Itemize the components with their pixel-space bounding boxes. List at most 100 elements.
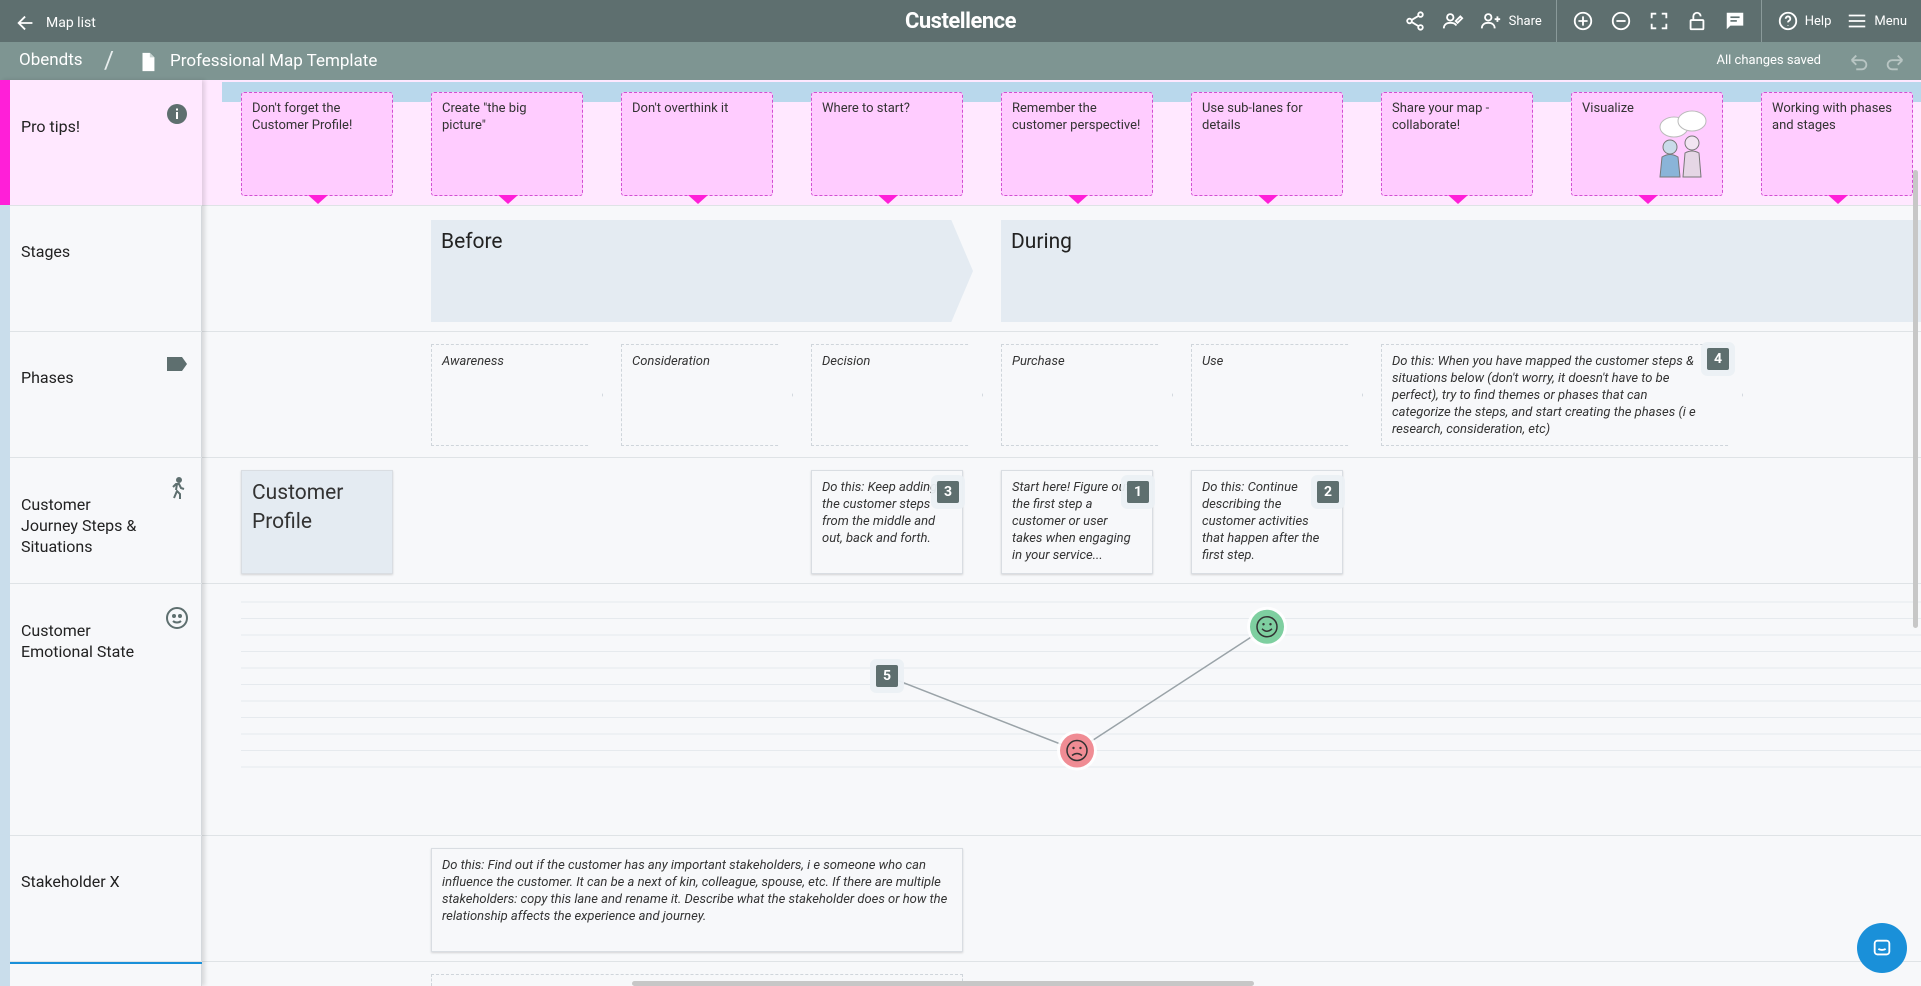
lane-label-text: Customer Journey Steps & Situations [21, 495, 137, 556]
vertical-scrollbar[interactable] [1913, 170, 1918, 628]
phase-card[interactable]: Consideration [621, 344, 793, 446]
lane-label-text: Customer Emotional State [21, 621, 135, 661]
emotion-chart [241, 601, 1921, 771]
share-label: Share [1508, 13, 1542, 29]
help-button[interactable]: Help [1776, 9, 1832, 33]
map-list-link[interactable]: Map list [14, 11, 96, 35]
step-badge: 3 [937, 481, 959, 503]
map-canvas[interactable]: Don't forget the Customer Profile! Creat… [202, 80, 1921, 986]
undo-icon[interactable] [1847, 50, 1871, 74]
tip-card[interactable]: Where to start? [811, 92, 963, 204]
tip-card[interactable]: Remember the customer perspective! [1001, 92, 1153, 204]
tip-card-text: Visualize [1582, 101, 1634, 116]
tip-card[interactable]: Don't forget the Customer Profile! [241, 92, 393, 204]
lane-phases: Awareness Consideration Decision Purchas… [202, 332, 1921, 458]
smiley-icon [165, 606, 189, 630]
lane-drop-indicator [10, 962, 202, 964]
phase-card[interactable]: Purchase [1001, 344, 1173, 446]
emotion-point [1250, 609, 1284, 644]
tip-card[interactable]: Create "the big picture" [431, 92, 583, 204]
map-title[interactable]: Professional Map Template [170, 51, 377, 71]
menu-label: Menu [1874, 13, 1907, 29]
pro-tips-accent [0, 80, 10, 205]
phase-hint-card[interactable]: Do this: When you have mapped the custom… [1381, 344, 1743, 446]
lock-icon[interactable] [1685, 9, 1709, 33]
lane-label-emotions[interactable]: Customer Emotional State [10, 584, 202, 836]
share-node-icon[interactable] [1403, 9, 1427, 33]
phase-card[interactable]: Decision [811, 344, 983, 446]
tip-card-visualize[interactable]: Visualize [1571, 92, 1723, 204]
lane-label-phases[interactable]: Phases [10, 332, 202, 458]
stage-card[interactable]: Before [431, 220, 973, 322]
help-label: Help [1804, 13, 1832, 29]
toolbar: Share Help Menu [1403, 0, 1907, 42]
lane-label-pro-tips[interactable]: Pro tips! [10, 80, 202, 206]
document-icon [136, 50, 160, 74]
lane-stages: Before During [202, 206, 1921, 332]
lane-emotions: 5 [202, 584, 1921, 836]
arrow-left-icon [14, 11, 38, 35]
top-bar: Map list Custellence Share Help Menu [0, 0, 1921, 42]
tip-card[interactable]: Share your map - collaborate! [1381, 92, 1533, 204]
comment-icon[interactable] [1723, 9, 1747, 33]
info-icon[interactable] [165, 102, 189, 126]
map-list-label: Map list [46, 15, 96, 31]
phase-card[interactable]: Awareness [431, 344, 603, 446]
face-eye [1079, 746, 1082, 750]
chat-icon [1870, 936, 1894, 960]
phase-card[interactable]: Use [1191, 344, 1363, 446]
lane-pro-tips: Don't forget the Customer Profile! Creat… [202, 80, 1921, 206]
lane-label-text: Stakeholder X [21, 872, 120, 891]
breadcrumb-separator: / [104, 46, 114, 74]
toolbar-divider [1555, 0, 1557, 42]
hamburger-icon [1845, 9, 1869, 33]
people-illustration [1659, 110, 1707, 178]
phase-hint-badge: 4 [1707, 348, 1729, 370]
customer-profile-card[interactable]: Customer Profile [241, 470, 393, 574]
happy-emotion-point[interactable] [1247, 606, 1287, 647]
redo-icon[interactable] [1883, 50, 1907, 74]
emotion-badge: 5 [876, 665, 898, 688]
lane-steps: Customer Profile Do this: Keep adding th… [202, 458, 1921, 584]
map-title-bar: Obendts / Professional Map Template All … [0, 42, 1921, 80]
emotion-point [1060, 733, 1094, 768]
sidebar-accent [0, 80, 10, 986]
users-edit-icon[interactable] [1441, 9, 1465, 33]
tip-card[interactable]: Working with phases and stages [1761, 92, 1913, 204]
lane-label-text: Stages [21, 242, 71, 261]
share-button[interactable]: Share [1479, 9, 1542, 33]
lane-label-stakeholder[interactable]: Stakeholder X [10, 836, 202, 962]
save-status: All changes saved [1716, 53, 1822, 68]
lane-label-steps[interactable]: Customer Journey Steps & Situations [10, 458, 202, 584]
face-eye [1262, 623, 1265, 626]
step-badge: 1 [1127, 481, 1149, 503]
face-eye [1072, 746, 1075, 750]
add-user-icon [1479, 9, 1503, 33]
step-badge: 2 [1317, 481, 1339, 503]
lane-label-text: Pro tips! [21, 117, 80, 136]
lane-label-text: Phases [21, 368, 74, 387]
fullscreen-icon[interactable] [1647, 9, 1671, 33]
zoom-out-icon[interactable] [1609, 9, 1633, 33]
step-text: Do this: Keep adding the customer steps … [822, 480, 938, 546]
lane-label-stages[interactable]: Stages [10, 206, 202, 332]
stakeholder-note[interactable]: Do this: Find out if the customer has an… [431, 848, 963, 952]
tip-card[interactable]: Don't overthink it [621, 92, 773, 204]
tip-card[interactable]: Use sub-lanes for details [1191, 92, 1343, 204]
help-icon [1776, 9, 1800, 33]
lane-sidebar: Pro tips! Stages Phases Customer Journey… [0, 80, 202, 986]
step-text: Do this: Continue describing the custome… [1202, 480, 1320, 563]
walking-person-icon [165, 476, 189, 500]
tag-icon [165, 352, 189, 376]
horizontal-scrollbar[interactable] [632, 981, 1254, 986]
toolbar-divider [1760, 0, 1762, 42]
face-eye [1269, 623, 1272, 626]
zoom-in-icon[interactable] [1571, 9, 1595, 33]
lane-stakeholder: Do this: Find out if the customer has an… [202, 836, 1921, 962]
step-text: Start here! Figure out the first step a … [1012, 480, 1131, 563]
workspace-link[interactable]: Obendts [19, 50, 83, 70]
sad-emotion-point[interactable] [1057, 730, 1097, 771]
menu-button[interactable]: Menu [1845, 9, 1907, 33]
stage-card[interactable]: During [1001, 220, 1921, 322]
chat-button[interactable] [1857, 923, 1907, 973]
